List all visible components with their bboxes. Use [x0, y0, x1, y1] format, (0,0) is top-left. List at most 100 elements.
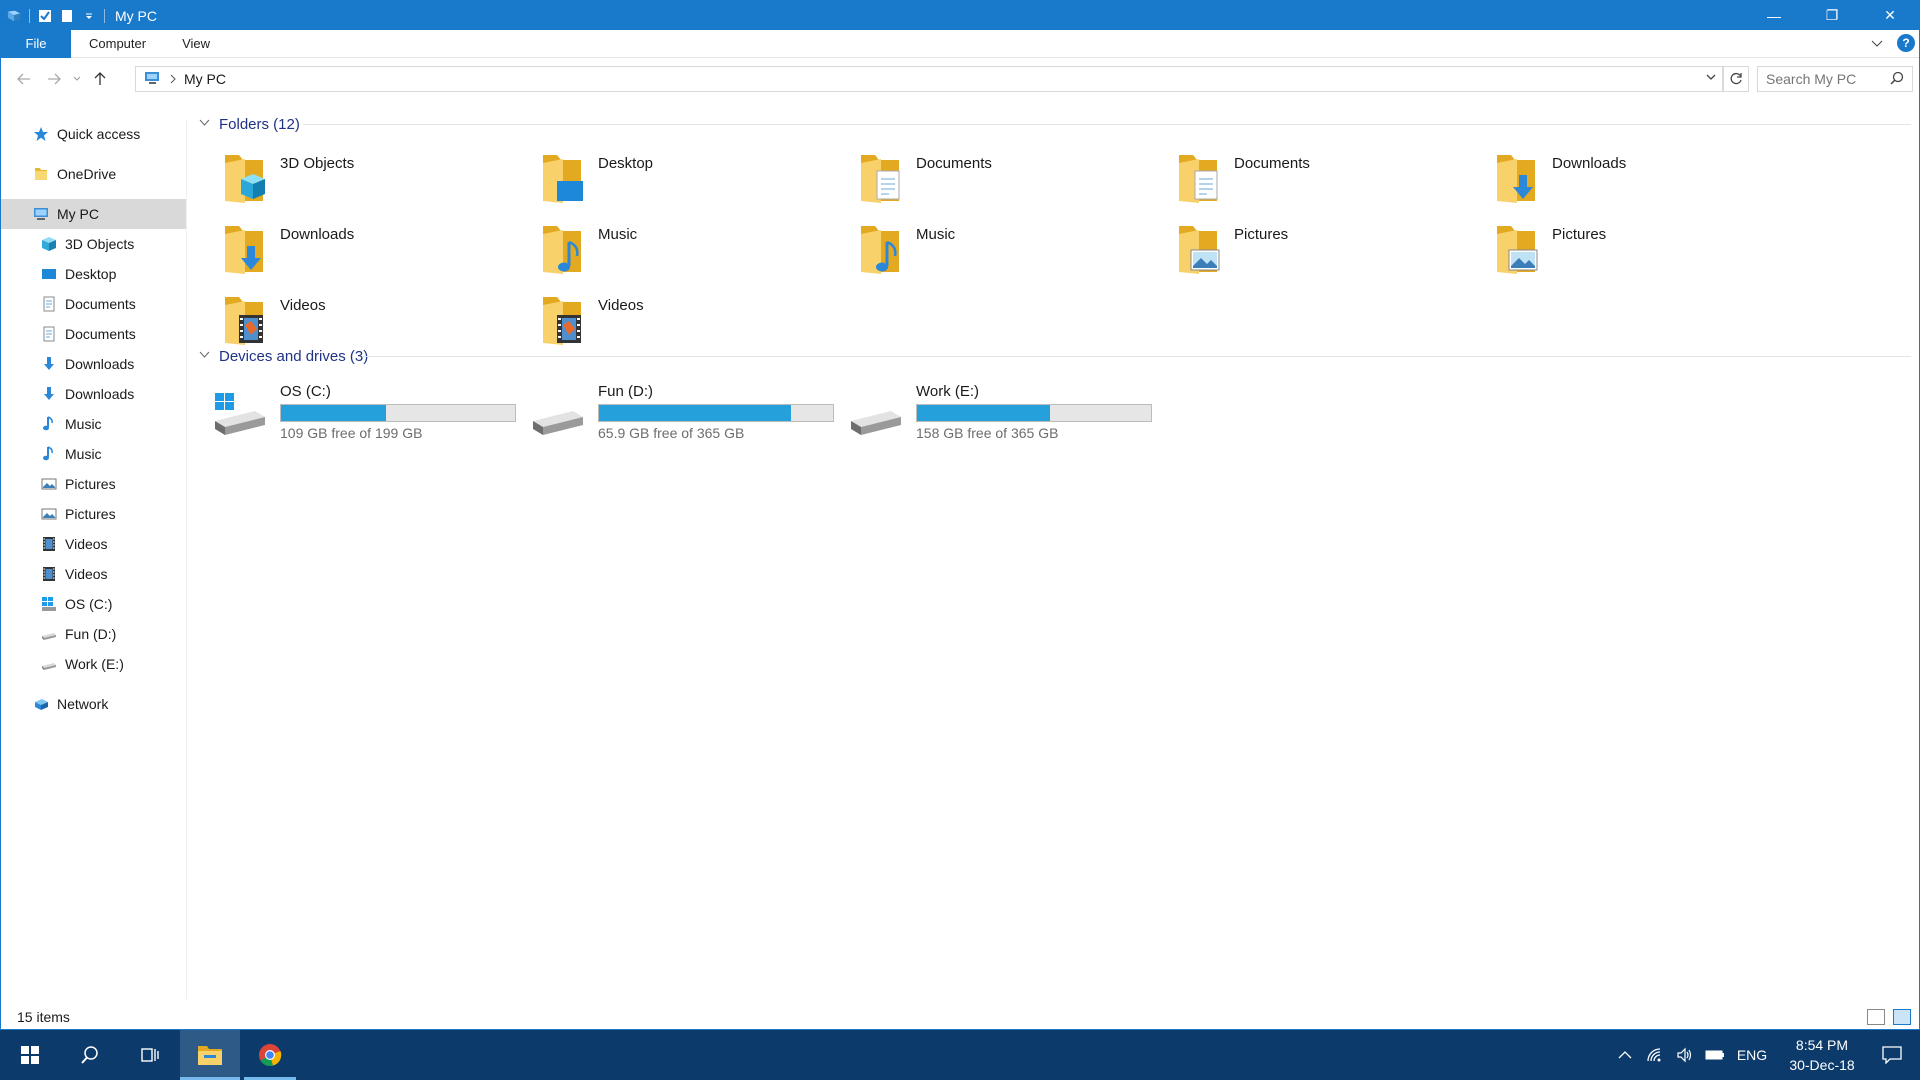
folder-tile[interactable]: Pictures: [1151, 218, 1451, 282]
folder-tile[interactable]: Documents: [833, 147, 1133, 211]
sidebar-item-downloads[interactable]: Downloads: [1, 379, 186, 409]
sidebar-item-work-e[interactable]: Work (E:): [1, 649, 186, 679]
toolbar-separator: [29, 8, 30, 23]
up-arrow-icon[interactable]: [85, 67, 115, 91]
3d-objects-icon: [41, 236, 57, 252]
sidebar-item-os-c[interactable]: OS (C:): [1, 589, 186, 619]
sidebar-item-pictures[interactable]: Pictures: [1, 469, 186, 499]
folders-grid: 3D Objects Desktop Documents Documents D…: [197, 135, 1911, 345]
downloads-icon: [41, 386, 57, 402]
collapse-chevron-icon[interactable]: [199, 350, 219, 362]
navigation-bar: My PC: [1, 64, 1919, 94]
sidebar-item-network[interactable]: Network: [1, 689, 186, 719]
sidebar-item-desktop[interactable]: Desktop: [1, 259, 186, 289]
new-folder-icon[interactable]: [60, 9, 74, 23]
folder-tile[interactable]: Music: [515, 218, 815, 282]
recent-locations-chevron-icon[interactable]: [69, 67, 85, 91]
videos-folder-icon: [225, 297, 263, 345]
folder-tile[interactable]: 3D Objects: [197, 147, 497, 211]
music-icon: [41, 446, 57, 462]
folder-tile[interactable]: Videos: [197, 289, 497, 353]
music-folder-icon: [543, 226, 581, 274]
folders-group-header[interactable]: Folders (12): [197, 113, 1911, 135]
search-icon[interactable]: [1890, 71, 1904, 88]
folder-tile[interactable]: Documents: [1151, 147, 1451, 211]
details-view-icon[interactable]: [1867, 1009, 1885, 1025]
folder-tile[interactable]: Downloads: [197, 218, 497, 282]
sidebar-item-videos[interactable]: Videos: [1, 559, 186, 589]
windows-drive-icon: [41, 596, 57, 612]
sidebar-item-videos[interactable]: Videos: [1, 529, 186, 559]
sidebar-item-downloads[interactable]: Downloads: [1, 349, 186, 379]
folder-name: Music: [598, 226, 638, 243]
expand-ribbon-chevron-icon[interactable]: [1871, 35, 1883, 51]
sidebar-item-my-pc[interactable]: My PC: [1, 199, 186, 229]
taskbar-file-explorer[interactable]: [180, 1030, 240, 1080]
drive-usage-bar: [916, 404, 1152, 422]
clock[interactable]: 8:54 PM 30-Dec-18: [1780, 1035, 1864, 1075]
drive-free-space: 158 GB free of 365 GB: [916, 425, 1059, 441]
drive-tile[interactable]: OS (C:) 109 GB free of 199 GB: [197, 379, 517, 449]
drive-tile[interactable]: Work (E:) 158 GB free of 365 GB: [833, 379, 1153, 449]
breadcrumb-separator-icon[interactable]: [170, 71, 176, 87]
action-center-button[interactable]: [1864, 1030, 1920, 1080]
folder-name: Pictures: [1552, 226, 1607, 243]
explorer-app-icon[interactable]: [7, 9, 21, 23]
sidebar-item-label: Pictures: [65, 476, 116, 492]
minimize-button[interactable]: —: [1745, 1, 1803, 30]
large-icons-view-icon[interactable]: [1893, 1009, 1911, 1025]
folder-tile[interactable]: Music: [833, 218, 1133, 282]
sidebar-item-label: Desktop: [65, 266, 117, 282]
drive-name: Fun (D:): [598, 383, 654, 400]
back-arrow-icon[interactable]: [9, 67, 39, 91]
folder-tile[interactable]: Desktop: [515, 147, 815, 211]
show-hidden-icons-chevron-icon[interactable]: [1610, 1030, 1640, 1080]
taskbar-chrome[interactable]: [240, 1030, 300, 1080]
search-button[interactable]: [60, 1030, 120, 1080]
search-box[interactable]: [1757, 66, 1913, 92]
sidebar-item-documents[interactable]: Documents: [1, 289, 186, 319]
close-button[interactable]: ✕: [1861, 1, 1919, 30]
sidebar-item-quick-access[interactable]: Quick access: [1, 119, 186, 149]
breadcrumb-item[interactable]: My PC: [184, 71, 226, 87]
sidebar-item-music[interactable]: Music: [1, 409, 186, 439]
folder-name: Downloads: [280, 226, 355, 243]
folder-tile[interactable]: Pictures: [1469, 218, 1769, 282]
collapse-chevron-icon[interactable]: [199, 118, 219, 130]
restore-button[interactable]: ❐: [1803, 1, 1861, 30]
volume-icon[interactable]: [1670, 1030, 1700, 1080]
customize-toolbar-chevron-icon[interactable]: [82, 9, 96, 23]
drive-tile[interactable]: Fun (D:) 65.9 GB free of 365 GB: [515, 379, 835, 449]
address-bar[interactable]: My PC: [135, 66, 1723, 92]
start-button[interactable]: [0, 1030, 60, 1080]
task-view-button[interactable]: [120, 1030, 180, 1080]
drive-usage-bar: [598, 404, 834, 422]
tab-computer[interactable]: Computer: [71, 36, 164, 51]
sidebar-item-music[interactable]: Music: [1, 439, 186, 469]
battery-icon[interactable]: [1700, 1030, 1730, 1080]
folder-tile[interactable]: Videos: [515, 289, 815, 353]
sidebar-item-label: Quick access: [57, 126, 141, 142]
folder-tile[interactable]: Downloads: [1469, 147, 1769, 211]
sidebar-item-fun-d[interactable]: Fun (D:): [1, 619, 186, 649]
forward-arrow-icon[interactable]: [39, 67, 69, 91]
folders-group-title: Folders (12): [219, 115, 300, 133]
help-button[interactable]: ?: [1897, 34, 1915, 52]
search-input[interactable]: [1766, 71, 1890, 87]
refresh-button[interactable]: [1723, 66, 1749, 92]
sidebar-item-documents[interactable]: Documents: [1, 319, 186, 349]
sidebar-item-pictures[interactable]: Pictures: [1, 499, 186, 529]
address-history-chevron-icon[interactable]: [1706, 72, 1716, 84]
sidebar-item-3d-objects[interactable]: 3D Objects: [1, 229, 186, 259]
tab-view[interactable]: View: [164, 36, 228, 51]
drive-usage-fill: [599, 405, 791, 421]
language-indicator[interactable]: ENG: [1730, 1030, 1774, 1080]
system-tray: ENG 8:54 PM 30-Dec-18: [1610, 1030, 1920, 1080]
tab-file[interactable]: File: [1, 29, 71, 58]
sidebar-item-label: Documents: [65, 326, 136, 342]
sidebar-item-onedrive[interactable]: OneDrive: [1, 159, 186, 189]
wifi-icon[interactable]: [1640, 1030, 1670, 1080]
properties-icon[interactable]: [38, 9, 52, 23]
breadcrumb: My PC: [144, 71, 226, 88]
drives-group-header[interactable]: Devices and drives (3): [197, 345, 1911, 367]
